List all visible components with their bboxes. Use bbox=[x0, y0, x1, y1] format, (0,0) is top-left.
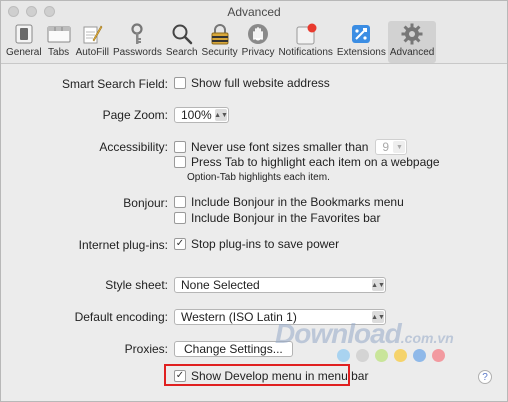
chevron-updown-icon: ▲▼ bbox=[214, 109, 228, 121]
watermark-dot bbox=[394, 349, 407, 362]
bonjour-favorites-row: Include Bonjour in the Favorites bar bbox=[1, 211, 507, 229]
tabs-icon bbox=[46, 21, 72, 47]
tab-extensions[interactable]: Extensions bbox=[335, 21, 388, 63]
chevron-updown-icon: ▲▼ bbox=[371, 279, 385, 291]
watermark-dot bbox=[356, 349, 369, 362]
watermark-dots bbox=[337, 349, 445, 362]
style-sheet-label: Style sheet: bbox=[105, 278, 168, 292]
option-tab-note: Option-Tab highlights each item. bbox=[187, 172, 330, 183]
proxies-label: Proxies: bbox=[124, 342, 168, 356]
watermark-dot bbox=[432, 349, 445, 362]
extensions-icon bbox=[348, 21, 374, 47]
tab-autofill[interactable]: AutoFill bbox=[74, 21, 111, 63]
page-zoom-row: Page Zoom: 100% ▲▼ bbox=[1, 106, 507, 124]
smart-search-row: Smart Search Field: Show full website ad… bbox=[1, 76, 507, 94]
bonjour-favorites-checkbox[interactable]: Include Bonjour in the Favorites bar bbox=[174, 211, 380, 225]
option-tab-note-row: Option-Tab highlights each item. bbox=[1, 172, 507, 190]
notifications-icon bbox=[293, 21, 319, 47]
style-sheet-select[interactable]: None Selected ▲▼ bbox=[174, 277, 386, 293]
search-icon bbox=[169, 21, 195, 47]
checkmark-icon[interactable]: ✓ bbox=[174, 238, 186, 250]
tab-general[interactable]: General bbox=[4, 21, 44, 63]
tab-security[interactable]: Security bbox=[200, 21, 240, 63]
chevron-down-icon: ▼ bbox=[393, 141, 406, 153]
style-sheet-row: Style sheet: None Selected ▲▼ bbox=[1, 276, 507, 294]
tab-passwords[interactable]: Passwords bbox=[111, 21, 164, 63]
checkbox-box[interactable] bbox=[174, 156, 186, 168]
press-tab-row: Press Tab to highlight each item on a we… bbox=[1, 155, 507, 173]
min-font-size-checkbox[interactable]: Never use font sizes smaller than 9 ▼ bbox=[174, 139, 408, 155]
smart-search-label: Smart Search Field: bbox=[61, 77, 168, 91]
highlight-box bbox=[164, 364, 350, 386]
passwords-key-icon bbox=[124, 21, 150, 47]
accessibility-label: Accessibility: bbox=[99, 140, 168, 154]
watermark-dot bbox=[413, 349, 426, 362]
show-full-address-checkbox[interactable]: Show full website address bbox=[174, 76, 330, 90]
page-zoom-label: Page Zoom: bbox=[102, 108, 168, 122]
checkbox-box[interactable] bbox=[174, 77, 186, 89]
bonjour-bookmarks-checkbox[interactable]: Include Bonjour in the Bookmarks menu bbox=[174, 195, 404, 209]
help-button[interactable]: ? bbox=[478, 370, 492, 384]
title-bar: Advanced bbox=[1, 1, 507, 21]
page-zoom-select[interactable]: 100% ▲▼ bbox=[174, 107, 229, 123]
stop-plugins-checkbox[interactable]: ✓ Stop plug-ins to save power bbox=[174, 237, 339, 251]
preferences-window: Advanced General Tabs AutoFill Passwords bbox=[0, 0, 508, 402]
watermark-logo: Download.com.vn bbox=[275, 318, 454, 349]
tab-privacy[interactable]: Privacy bbox=[240, 21, 277, 63]
tab-tabs[interactable]: Tabs bbox=[44, 21, 74, 63]
checkbox-box[interactable] bbox=[174, 212, 186, 224]
watermark-dot bbox=[337, 349, 350, 362]
checkbox-box[interactable] bbox=[174, 196, 186, 208]
security-lock-icon bbox=[207, 21, 233, 47]
plugins-row: Internet plug-ins: ✓ Stop plug-ins to sav… bbox=[1, 237, 507, 255]
plugins-label: Internet plug-ins: bbox=[78, 238, 168, 252]
window-title: Advanced bbox=[227, 5, 281, 19]
tab-search[interactable]: Search bbox=[164, 21, 200, 63]
bonjour-label: Bonjour: bbox=[123, 196, 168, 210]
autofill-icon bbox=[79, 21, 105, 47]
tab-notifications[interactable]: Notifications bbox=[276, 21, 334, 63]
advanced-gear-icon bbox=[399, 21, 425, 47]
tab-advanced[interactable]: Advanced bbox=[387, 21, 437, 63]
preferences-toolbar: General Tabs AutoFill Passwords Search S… bbox=[1, 21, 507, 64]
checkbox-box[interactable] bbox=[174, 141, 186, 153]
advanced-settings-panel: Smart Search Field: Show full website ad… bbox=[1, 64, 507, 401]
press-tab-checkbox[interactable]: Press Tab to highlight each item on a we… bbox=[174, 155, 440, 169]
min-font-size-select[interactable]: 9 ▼ bbox=[375, 139, 408, 155]
general-icon bbox=[11, 21, 37, 47]
privacy-hand-icon bbox=[245, 21, 271, 47]
watermark-dot bbox=[375, 349, 388, 362]
encoding-label: Default encoding: bbox=[74, 310, 168, 324]
